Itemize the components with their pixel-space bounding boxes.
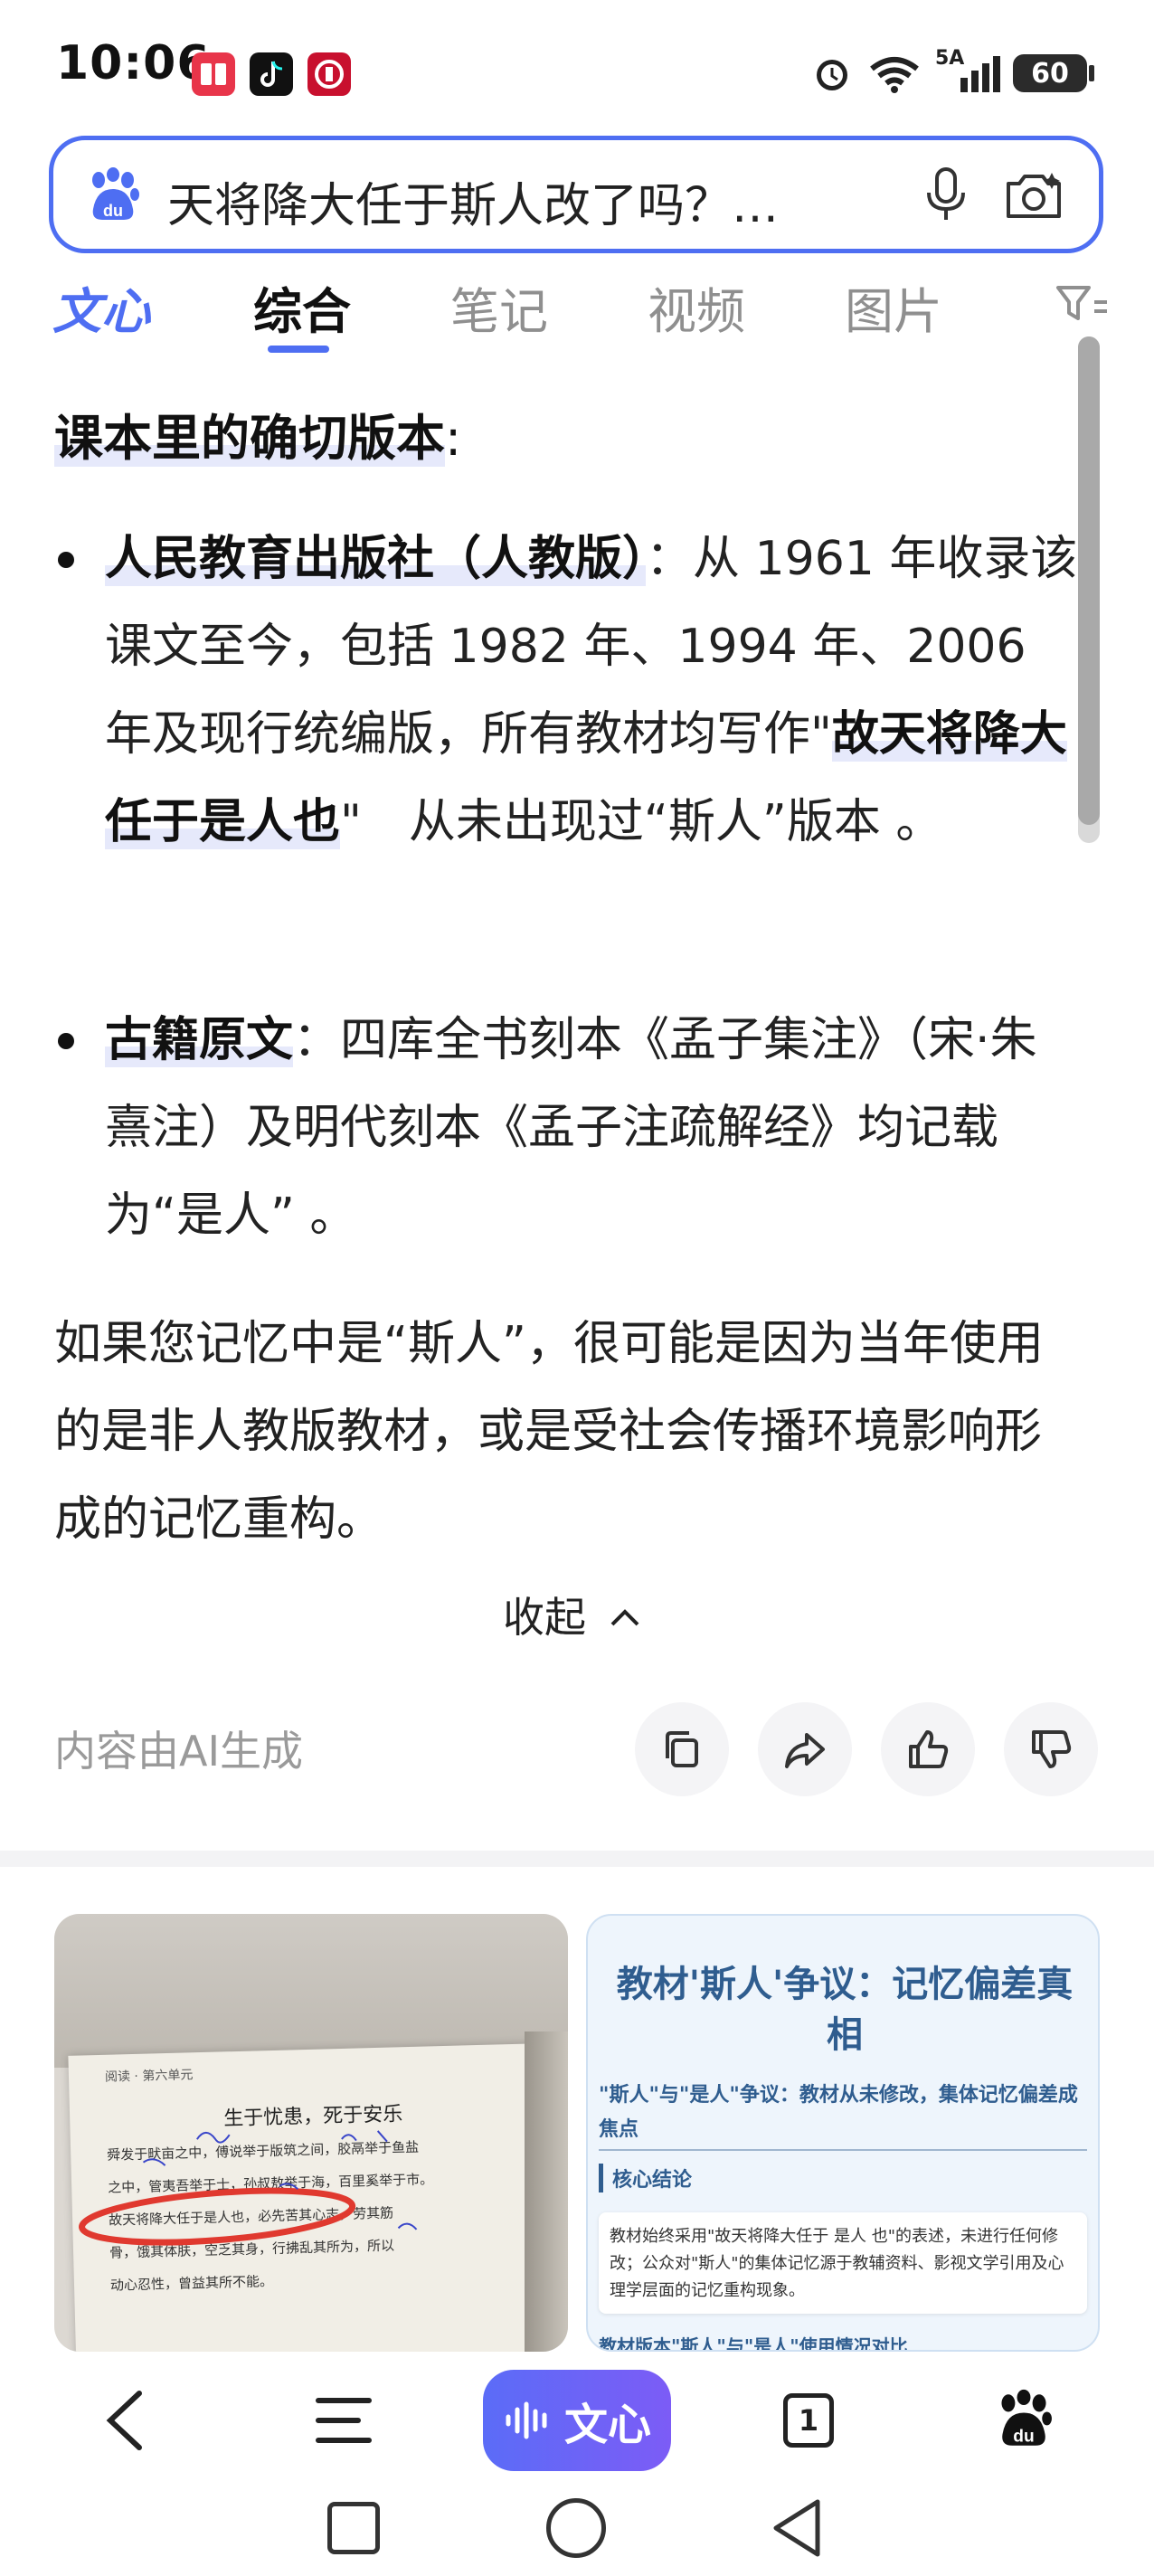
camera-search-icon[interactable]	[1003, 167, 1066, 227]
triangle-back-icon	[773, 2499, 820, 2557]
section-heading: 课本里的确切版本:	[54, 398, 461, 469]
list-item-pep: 人民教育出版社（人教版）：从 1961 年收录该课文至今，包括 1982 年、1…	[105, 516, 1082, 867]
share-button[interactable]	[758, 1702, 852, 1796]
battery-indicator: 60	[1013, 54, 1087, 92]
wifi-icon	[870, 57, 919, 93]
bold-classics: 古籍原文	[105, 1013, 294, 1067]
bullet1-text-b: " 从未出现过“斯人”版本 。	[340, 795, 943, 849]
home-button[interactable]	[546, 2498, 606, 2558]
svg-text:du: du	[1013, 2428, 1034, 2447]
heading-colon: :	[445, 410, 462, 467]
section-divider	[0, 1851, 1154, 1867]
tabs-count-button[interactable]: 1	[783, 2393, 834, 2448]
system-back-button[interactable]	[771, 2496, 825, 2563]
tab-count: 1	[798, 2403, 819, 2438]
filter-icon[interactable]	[1055, 282, 1109, 339]
svg-text:du: du	[103, 202, 123, 220]
share-icon	[785, 1733, 825, 1768]
bullet-dot	[58, 1033, 74, 1049]
heading-text: 课本里的确切版本	[54, 410, 445, 467]
doc-conclusion-box: 教材始终采用"故天将降大任于 是人 也"的表述，未进行任何修改；公众对"斯人"的…	[599, 2212, 1087, 2314]
active-tab-indicator	[268, 346, 329, 353]
chevron-left-icon	[106, 2391, 142, 2450]
collapse-label: 收起	[503, 1593, 586, 1642]
wenxin-label: 文心	[563, 2400, 651, 2450]
ai-generated-note: 内容由AI生成	[54, 1727, 304, 1776]
doc-subtitle: "斯人"与"是人"争议：教材从未修改，集体记忆偏差成焦点	[599, 2084, 1078, 2141]
infographic-card[interactable]: 教材'斯人'争议：记忆偏差真相 "斯人"与"是人"争议：教材从未修改，集体记忆偏…	[586, 1914, 1100, 2352]
red-book-app-icon	[192, 52, 235, 96]
baidu-paw-icon: du	[1001, 2389, 1052, 2447]
doc-section-text: 核心结论	[612, 2169, 693, 2192]
doc-title: 教材'斯人'争议：记忆偏差真相	[616, 1964, 1074, 2056]
tab-wenxin[interactable]: 文心	[52, 271, 150, 343]
network-label: 5A	[935, 47, 965, 70]
copy-button[interactable]	[635, 1702, 729, 1796]
doc-section-label: 核心结论	[599, 2164, 692, 2192]
status-time: 10:06	[56, 36, 211, 90]
alarm-icon	[817, 60, 847, 90]
wenxin-button[interactable]: 文心	[483, 2370, 671, 2471]
collapse-button[interactable]: 收起	[503, 1585, 643, 1644]
doc-separator	[599, 2149, 1087, 2151]
tiktok-app-icon	[250, 52, 293, 96]
textbook-photo-card[interactable]: 阅读 · 第六单元 生于忧患，死于安乐 舜发于畎亩之中，傅说举于版筑之间，胶鬲举…	[54, 1914, 568, 2352]
conclusion-paragraph: 如果您记忆中是“斯人”，很可能是因为当年使用的是非人教版教材，或是受社会传播环境…	[54, 1317, 1044, 1547]
like-button[interactable]	[881, 1702, 975, 1796]
microphone-icon[interactable]	[923, 166, 969, 229]
chevron-up-icon	[610, 1609, 639, 1626]
search-bar[interactable]: du 天将降大任于斯人改了吗？…	[49, 136, 1103, 253]
tab-videos[interactable]: 视频	[648, 271, 745, 343]
thumbs-up-icon	[909, 1730, 949, 1768]
baidu-home-button[interactable]: du	[995, 2388, 1053, 2455]
handwritten-annotations	[79, 2130, 418, 2246]
result-tabs: 文心 综合 笔记 视频 图片	[0, 271, 1154, 362]
menu-icon	[316, 2398, 372, 2443]
bullet-dot	[58, 552, 74, 568]
recent-apps-button[interactable]	[327, 2502, 380, 2554]
tab-notes[interactable]: 笔记	[450, 271, 548, 343]
search-input[interactable]: 天将降大任于斯人改了吗？…	[167, 167, 779, 235]
back-button[interactable]	[101, 2388, 148, 2457]
tab-comprehensive[interactable]: 综合	[253, 271, 351, 343]
doc-box-text: 教材始终采用"故天将降大任于 是人 也"的表述，未进行任何修改；公众对"斯人"的…	[610, 2227, 1064, 2300]
voice-wave-icon	[506, 2401, 547, 2439]
tab-images[interactable]: 图片	[845, 271, 942, 343]
baidu-paw-icon: du	[86, 167, 140, 227]
doc-cut-line: 教材版本"斯人"与"是人"使用情况对比	[599, 2335, 908, 2352]
list-item-classics: 古籍原文：四库全书刻本《孟子集注》（宋·朱熹注）及明代刻本《孟子注疏解经》均记载…	[105, 997, 1082, 1260]
battery-tip	[1089, 65, 1094, 81]
status-icons: 5A	[809, 47, 1004, 96]
bank-app-icon	[307, 52, 351, 96]
book-page: 阅读 · 第六单元 生于忧患，死于安乐 舜发于畎亩之中，傅说举于版筑之间，胶鬲举…	[68, 2043, 547, 2352]
battery-level: 60	[1031, 57, 1069, 90]
menu-button[interactable]	[315, 2395, 373, 2449]
book-spine-shadow	[525, 2031, 568, 2352]
bold-pep: 人民教育出版社（人教版）	[105, 532, 647, 586]
thumbs-down-icon	[1032, 1730, 1072, 1768]
copy-icon	[666, 1731, 698, 1767]
dislike-button[interactable]	[1004, 1702, 1098, 1796]
